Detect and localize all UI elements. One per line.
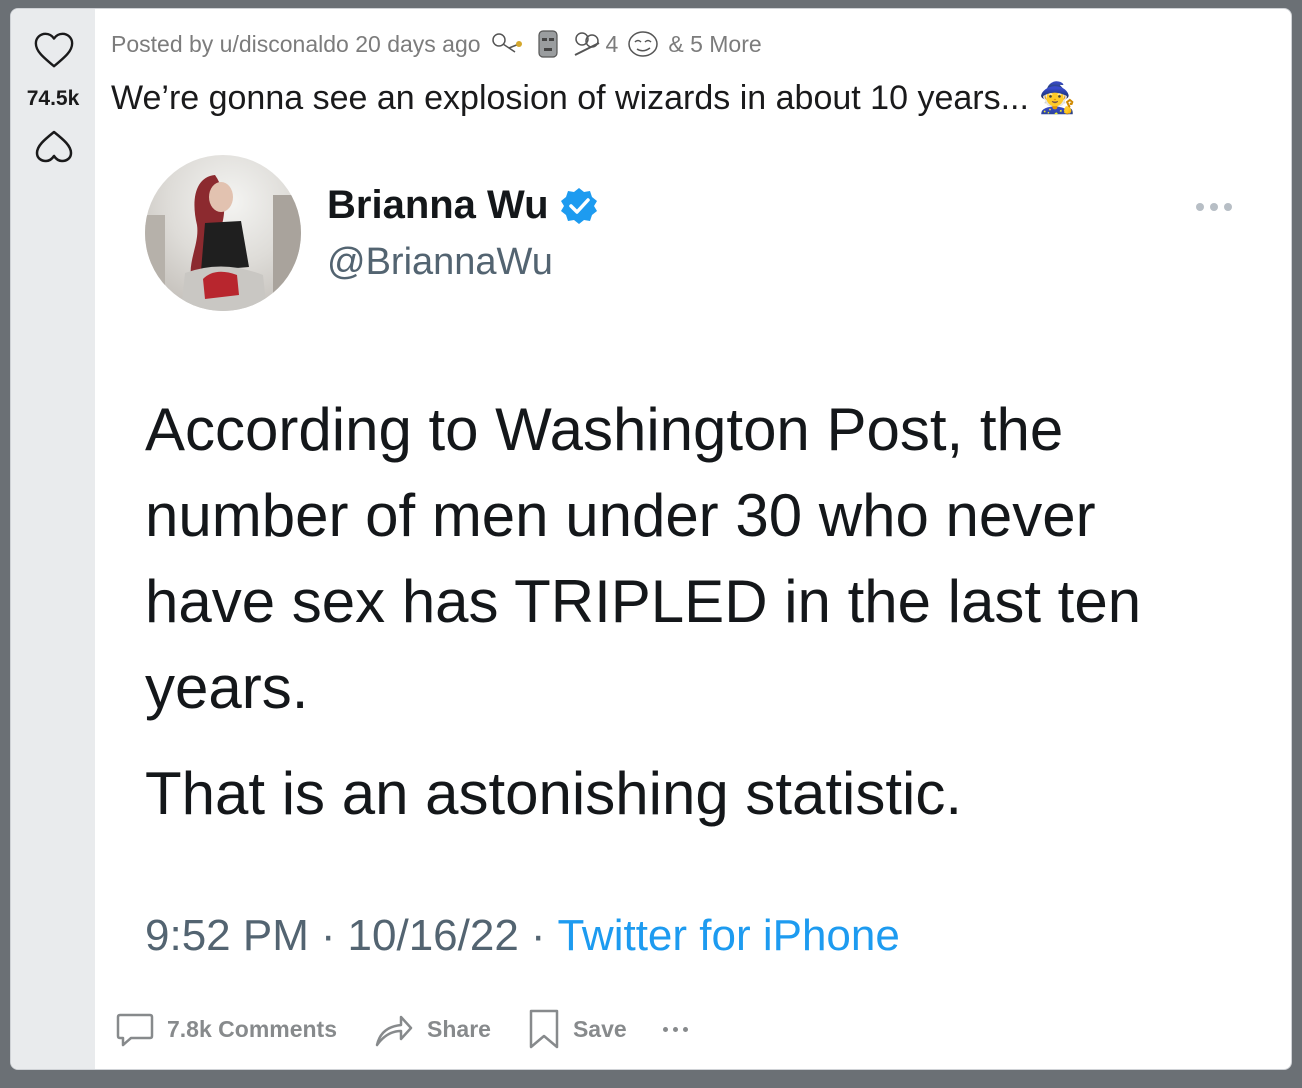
post-meta: Posted by u/disconaldo 20 days ago 4 & 5… bbox=[111, 29, 762, 59]
share-button[interactable]: Share bbox=[373, 1009, 491, 1049]
wizard-emoji-icon: 🧙 bbox=[1038, 82, 1077, 115]
more-dot bbox=[1224, 203, 1232, 211]
verified-badge-icon bbox=[560, 187, 597, 224]
heart-outline-icon bbox=[34, 32, 74, 68]
save-button[interactable]: Save bbox=[527, 1008, 627, 1050]
share-label: Share bbox=[427, 1015, 491, 1042]
more-dot bbox=[682, 1026, 688, 1032]
tweet-time: 9:52 PM bbox=[145, 911, 309, 960]
award-group-icon[interactable]: 4 bbox=[571, 29, 619, 59]
award-count: 4 bbox=[605, 30, 619, 57]
more-options-button[interactable] bbox=[662, 1026, 688, 1032]
award-moai-icon[interactable] bbox=[533, 28, 563, 60]
tweet-text: According to Washington Post, the number… bbox=[145, 396, 1142, 721]
separator: · bbox=[320, 911, 336, 960]
comment-bubble-icon bbox=[116, 1013, 154, 1047]
posted-by[interactable]: Posted by u/disconaldo 20 days ago bbox=[111, 31, 481, 58]
tweet-source-link[interactable]: Twitter for iPhone bbox=[557, 911, 899, 961]
post-actions: 7.8k Comments Share Save bbox=[115, 1001, 688, 1057]
tweet-author-name-text: Brianna Wu bbox=[327, 183, 549, 227]
vote-column: 74.5k bbox=[11, 9, 95, 1069]
comments-label: 7.8k Comments bbox=[167, 1015, 338, 1042]
more-dot bbox=[1210, 203, 1218, 211]
downvote-button[interactable] bbox=[33, 125, 75, 167]
tweet-screenshot[interactable]: Brianna Wu @BriannaWu According to Washi… bbox=[107, 139, 1267, 969]
tweet-author-handle[interactable]: @BriannaWu bbox=[327, 241, 553, 284]
post-title-text: We’re gonna see an explosion of wizards … bbox=[111, 79, 1029, 117]
bookmark-icon bbox=[529, 1009, 559, 1049]
heart-outline-down-icon bbox=[35, 130, 73, 163]
upvote-button[interactable] bbox=[33, 29, 75, 71]
tweet-more-button[interactable] bbox=[1191, 199, 1237, 215]
avatar bbox=[145, 155, 301, 311]
post-card[interactable]: 74.5k Posted by u/disconaldo 20 days ago bbox=[10, 8, 1292, 1070]
post-title[interactable]: We’re gonna see an explosion of wizards … bbox=[111, 79, 1076, 118]
share-arrow-icon bbox=[375, 1015, 413, 1047]
more-awards-link[interactable]: & 5 More bbox=[668, 31, 761, 58]
tweet-date: 10/16/22 bbox=[347, 911, 519, 960]
award-face-icon[interactable] bbox=[626, 29, 660, 59]
comments-button[interactable]: 7.8k Comments bbox=[115, 1009, 337, 1049]
tweet-text-second: That is an astonishing statistic. bbox=[145, 760, 963, 827]
tweet-author-name[interactable]: Brianna Wu bbox=[327, 183, 599, 228]
vote-score: 74.5k bbox=[26, 87, 80, 110]
more-dots-icon bbox=[1196, 203, 1204, 211]
save-label: Save bbox=[572, 1015, 627, 1042]
tweet-footer: 9:52 PM · 10/16/22 · Twitter for iPhone bbox=[145, 911, 900, 961]
award-skeleton-icon[interactable] bbox=[489, 30, 525, 58]
separator: · bbox=[530, 911, 546, 960]
more-dot bbox=[672, 1026, 678, 1032]
more-dots-icon bbox=[662, 1026, 668, 1032]
